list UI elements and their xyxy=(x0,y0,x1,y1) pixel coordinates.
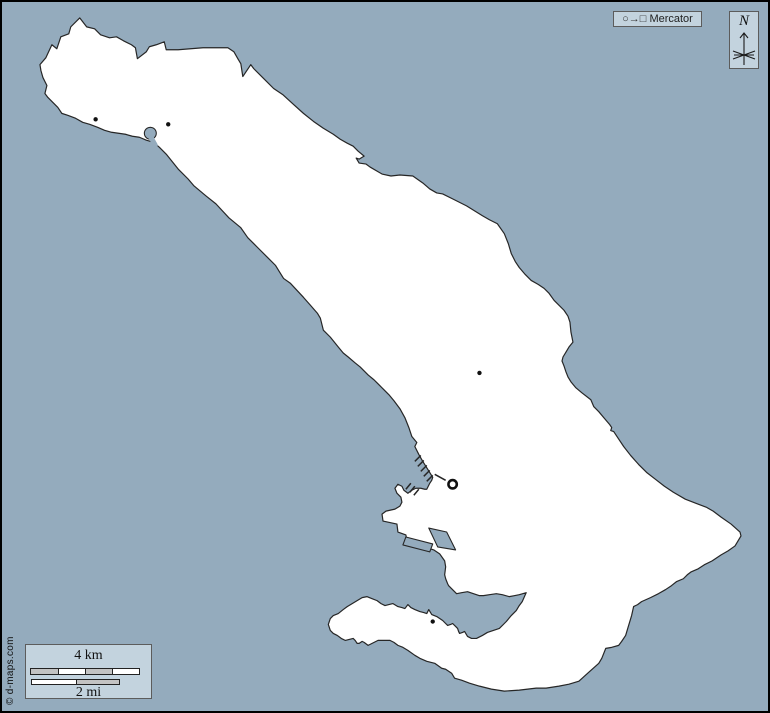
scale-segment xyxy=(32,680,76,684)
scale-segment xyxy=(112,669,139,674)
projection-symbol-icon: ○→□ xyxy=(622,14,646,25)
scale-segment xyxy=(58,669,85,674)
scale-segment xyxy=(76,680,120,684)
map-stage: ○→□ Mercator N 4 km 2 mi © d-maps.com xyxy=(0,0,770,713)
compass-rose-icon xyxy=(729,30,759,68)
scale-mi-label: 2 mi xyxy=(26,686,151,700)
island-outline xyxy=(40,18,741,691)
scale-box: 4 km 2 mi xyxy=(25,644,152,699)
outline-map xyxy=(2,2,768,711)
town-dot xyxy=(477,371,481,375)
capital-marker xyxy=(448,480,456,488)
town-dot xyxy=(166,122,170,126)
scale-segment xyxy=(31,669,58,674)
projection-label: Mercator xyxy=(649,14,692,25)
scale-segment xyxy=(85,669,112,674)
town-dot xyxy=(93,117,97,121)
compass-box: N xyxy=(729,11,759,69)
scale-km-label: 4 km xyxy=(26,649,151,663)
town-dot xyxy=(431,619,435,623)
scale-km-bar xyxy=(30,668,140,675)
copyright-text: © d-maps.com xyxy=(5,636,16,705)
projection-legend: ○→□ Mercator xyxy=(613,11,702,27)
north-letter: N xyxy=(739,12,749,30)
